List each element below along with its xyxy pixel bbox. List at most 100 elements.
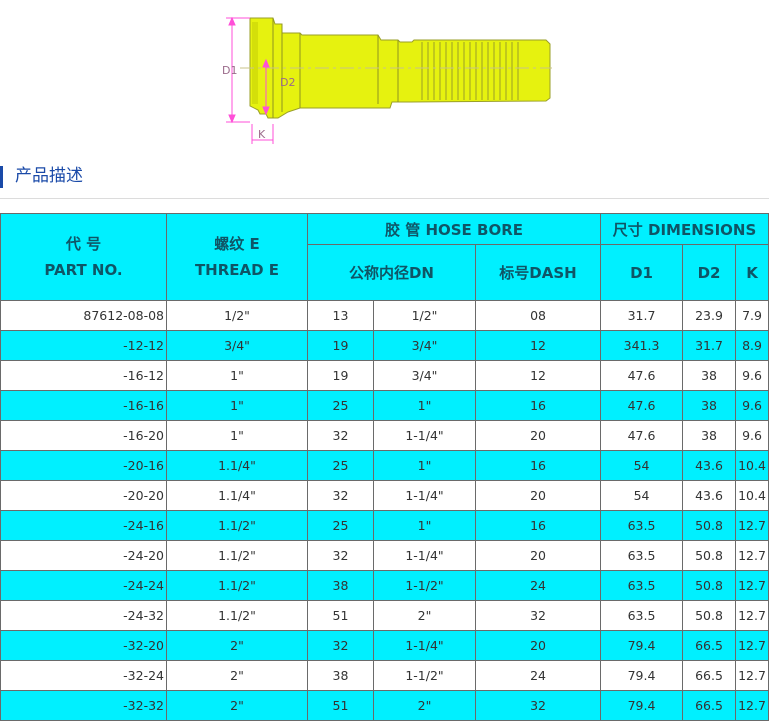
cell-thread: 3/4": [166, 330, 308, 361]
cell-d2: 38: [682, 390, 737, 421]
cell-dn-mm: 19: [307, 330, 374, 361]
d1-label: D1: [222, 64, 237, 77]
cell-dash: 16: [474, 510, 602, 541]
cell-d1: 79.4: [600, 660, 684, 691]
cell-dn-inch: 3/4": [373, 330, 476, 361]
cell-thread: 2": [166, 690, 308, 721]
cell-dn-inch: 1-1/2": [373, 660, 476, 691]
cell-d2: 66.5: [682, 690, 737, 721]
cell-dn-mm: 38: [307, 660, 374, 691]
cell-dash: 12: [474, 330, 602, 361]
heading-divider: [0, 198, 769, 199]
cell-d2: 31.7: [682, 330, 737, 361]
section-accent-bar: [0, 166, 3, 188]
cell-dn-mm: 51: [307, 600, 374, 631]
cell-thread: 1.1/4": [166, 480, 308, 511]
cell-d2: 50.8: [682, 540, 737, 571]
cell-thread: 1": [166, 360, 308, 391]
product-drawing: D1 D2 K: [222, 16, 552, 144]
cell-thread: 2": [166, 660, 308, 691]
cell-dn-mm: 19: [307, 360, 374, 391]
header-dimensions: 尺寸 DIMENSIONS: [600, 213, 769, 245]
cell-dn-mm: 32: [307, 480, 374, 511]
table-row: -16-20 1" 32 1-1/4" 20 47.6 38 9.6: [0, 420, 769, 451]
cell-d2: 50.8: [682, 570, 737, 601]
cell-part-no: -20-20: [0, 480, 167, 511]
cell-thread: 2": [166, 630, 308, 661]
table-row: -24-16 1.1/2" 25 1" 16 63.5 50.8 12.7: [0, 510, 769, 541]
cell-dn-inch: 1-1/4": [373, 420, 476, 451]
cell-d1: 63.5: [600, 510, 684, 541]
cell-thread: 1": [166, 390, 308, 421]
cell-k: 9.6: [735, 360, 769, 391]
cell-dn-mm: 32: [307, 630, 374, 661]
cell-dn-inch: 1": [373, 450, 476, 481]
cell-k: 12.7: [735, 600, 769, 631]
table-row: -12-12 3/4" 19 3/4" 12 341.3 31.7 8.9: [0, 330, 769, 361]
cell-part-no: -16-16: [0, 390, 167, 421]
cell-d1: 79.4: [600, 630, 684, 661]
cell-d2: 43.6: [682, 450, 737, 481]
cell-dash: 20: [474, 630, 602, 661]
cell-thread: 1.1/2": [166, 540, 308, 571]
header-d2: D2: [682, 244, 737, 301]
cell-d2: 50.8: [682, 600, 737, 631]
header-thread: 螺纹 E THREAD E: [166, 213, 308, 301]
flange-shade: [252, 22, 258, 104]
cell-dn-mm: 25: [307, 390, 374, 421]
table-row: -20-20 1.1/4" 32 1-1/4" 20 54 43.6 10.4: [0, 480, 769, 511]
cell-d2: 66.5: [682, 660, 737, 691]
cell-d1: 79.4: [600, 690, 684, 721]
k-label: K: [258, 128, 266, 141]
cell-d2: 38: [682, 360, 737, 391]
cell-k: 12.7: [735, 630, 769, 661]
cell-part-no: 87612-08-08: [0, 300, 167, 331]
cell-d2: 66.5: [682, 630, 737, 661]
cell-dash: 16: [474, 450, 602, 481]
cell-thread: 1.1/4": [166, 450, 308, 481]
cell-dn-mm: 51: [307, 690, 374, 721]
spec-table: 代 号 PART NO. 螺纹 E THREAD E 胶 管 HOSE BORE…: [0, 213, 769, 721]
cell-d2: 23.9: [682, 300, 737, 331]
cell-dn-mm: 25: [307, 450, 374, 481]
cell-d1: 63.5: [600, 540, 684, 571]
header-k: K: [735, 244, 769, 301]
cell-dn-mm: 38: [307, 570, 374, 601]
cell-d1: 54: [600, 480, 684, 511]
cell-dn-inch: 1-1/4": [373, 630, 476, 661]
table-row: -16-12 1" 19 3/4" 12 47.6 38 9.6: [0, 360, 769, 391]
cell-d1: 63.5: [600, 570, 684, 601]
cell-k: 12.7: [735, 690, 769, 721]
cell-d1: 341.3: [600, 330, 684, 361]
cell-d1: 31.7: [600, 300, 684, 331]
cell-dash: 24: [474, 570, 602, 601]
cell-dash: 12: [474, 360, 602, 391]
header-nominal-dn: 公称内径DN: [307, 244, 476, 301]
cell-dash: 32: [474, 600, 602, 631]
cell-dn-inch: 1-1/2": [373, 570, 476, 601]
cell-part-no: -20-16: [0, 450, 167, 481]
header-thread-cn: 螺纹 E: [214, 235, 260, 253]
table-row: -32-24 2" 38 1-1/2" 24 79.4 66.5 12.7: [0, 660, 769, 691]
cell-dn-inch: 1/2": [373, 300, 476, 331]
cell-dn-mm: 25: [307, 510, 374, 541]
cell-k: 10.4: [735, 450, 769, 481]
cell-dash: 16: [474, 390, 602, 421]
header-hose-bore: 胶 管 HOSE BORE: [306, 213, 602, 245]
cell-dn-inch: 1": [373, 510, 476, 541]
cell-dn-inch: 3/4": [373, 360, 476, 391]
cell-thread: 1.1/2": [166, 600, 308, 631]
cell-d1: 47.6: [600, 360, 684, 391]
cell-d1: 63.5: [600, 600, 684, 631]
header-part-en: PART NO.: [44, 261, 123, 279]
cell-d1: 47.6: [600, 420, 684, 451]
cell-part-no: -32-24: [0, 660, 167, 691]
cell-part-no: -16-20: [0, 420, 167, 451]
cell-part-no: -12-12: [0, 330, 167, 361]
cell-dash: 08: [474, 300, 602, 331]
table-row: -32-20 2" 32 1-1/4" 20 79.4 66.5 12.7: [0, 630, 769, 661]
cell-d2: 43.6: [682, 480, 737, 511]
cell-dn-mm: 32: [307, 540, 374, 571]
cell-dn-inch: 2": [373, 600, 476, 631]
section-title: 产品描述: [15, 166, 83, 186]
